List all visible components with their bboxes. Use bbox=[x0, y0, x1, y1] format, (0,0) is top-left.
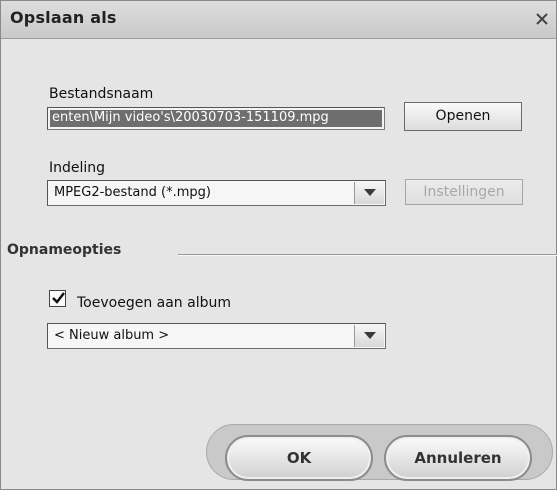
album-selected-value: < Nieuw album > bbox=[54, 328, 170, 343]
capture-options-heading: Opnameopties bbox=[7, 242, 122, 258]
add-to-album-checkbox[interactable] bbox=[49, 290, 66, 307]
add-to-album-label[interactable]: Toevoegen aan album bbox=[77, 295, 231, 311]
open-button[interactable]: Openen bbox=[404, 102, 522, 131]
filename-input[interactable]: enten\Mijn video's\20030703-151109.mpg bbox=[47, 107, 385, 130]
checkmark-icon bbox=[52, 292, 65, 304]
chevron-down-icon bbox=[364, 332, 376, 339]
format-select[interactable]: MPEG2-bestand (*.mpg) bbox=[47, 180, 386, 206]
dialog-title: Opslaan als bbox=[10, 8, 117, 27]
save-as-dialog: Opslaan als Bestandsnaam enten\Mijn vide… bbox=[0, 0, 557, 490]
section-divider-highlight bbox=[178, 255, 557, 256]
settings-button[interactable]: Instellingen bbox=[405, 179, 523, 205]
filename-value: enten\Mijn video's\20030703-151109.mpg bbox=[52, 110, 329, 125]
album-dropdown-button[interactable] bbox=[354, 325, 384, 347]
format-selected-value: MPEG2-bestand (*.mpg) bbox=[54, 185, 211, 200]
chevron-down-icon bbox=[364, 189, 376, 196]
format-dropdown-button[interactable] bbox=[354, 182, 384, 204]
ok-button[interactable]: OK bbox=[225, 435, 373, 481]
title-bar[interactable]: Opslaan als bbox=[1, 1, 556, 39]
close-icon[interactable] bbox=[534, 11, 550, 27]
format-label: Indeling bbox=[49, 160, 106, 176]
album-select[interactable]: < Nieuw album > bbox=[47, 323, 386, 349]
cancel-button[interactable]: Annuleren bbox=[384, 435, 532, 481]
filename-label: Bestandsnaam bbox=[49, 86, 154, 102]
